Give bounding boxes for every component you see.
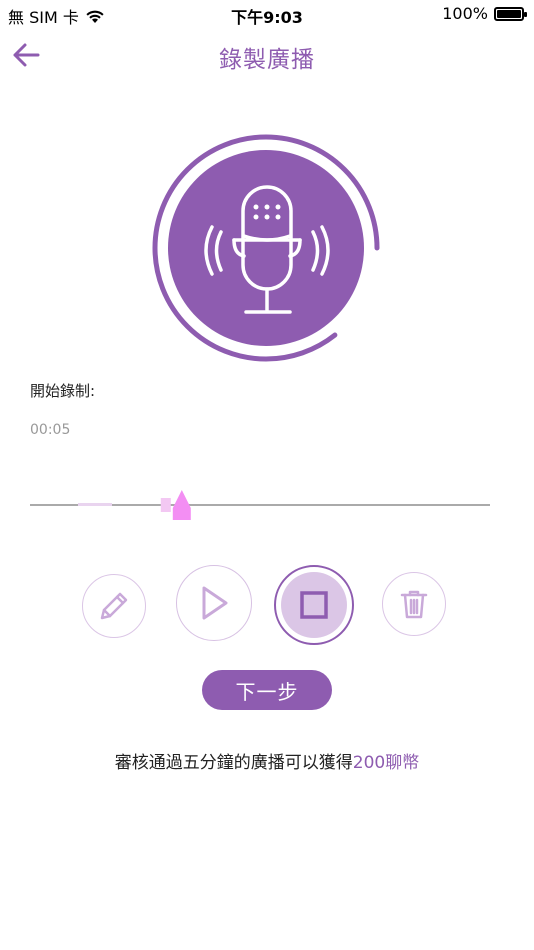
- progress-thumb-base: [172, 508, 191, 520]
- pencil-icon: [100, 592, 128, 620]
- record-disc: [168, 150, 364, 346]
- control-row: [0, 562, 534, 648]
- page-title: 錄製廣播: [219, 47, 315, 73]
- play-button[interactable]: [176, 565, 252, 641]
- battery-percent: 100%: [442, 4, 488, 23]
- reward-amount: 200聊幣: [352, 753, 420, 773]
- progress-visual: [30, 490, 490, 520]
- record-visual: [152, 134, 380, 362]
- recording-timer: 00:05: [30, 422, 71, 438]
- delete-button[interactable]: [382, 572, 446, 636]
- status-right: 100%: [442, 4, 527, 23]
- play-icon: [202, 586, 228, 620]
- battery-fill: [497, 9, 521, 18]
- status-bar: 無 SIM 卡 下午9:03 100%: [0, 0, 534, 28]
- stop-button-inner: [281, 572, 347, 638]
- nav-bar: 錄製廣播: [0, 28, 534, 82]
- edit-button[interactable]: [82, 574, 146, 638]
- battery-icon: [494, 6, 527, 21]
- reward-notice: 審核通過五分鐘的廣播可以獲得200聊幣: [0, 748, 534, 773]
- reward-notice-text: 審核通過五分鐘的廣播可以獲得: [114, 753, 353, 773]
- progress-bar[interactable]: [30, 488, 490, 524]
- progress-segment-marker: [160, 498, 171, 512]
- stop-button[interactable]: [274, 565, 354, 645]
- next-step-button[interactable]: 下一步: [202, 670, 332, 710]
- trash-icon: [400, 590, 428, 619]
- progress-thumb[interactable]: [172, 490, 191, 508]
- stop-icon: [300, 591, 328, 619]
- record-button[interactable]: [150, 132, 382, 364]
- recording-label: 開始錄制:: [30, 382, 96, 400]
- progress-segment: [78, 503, 112, 506]
